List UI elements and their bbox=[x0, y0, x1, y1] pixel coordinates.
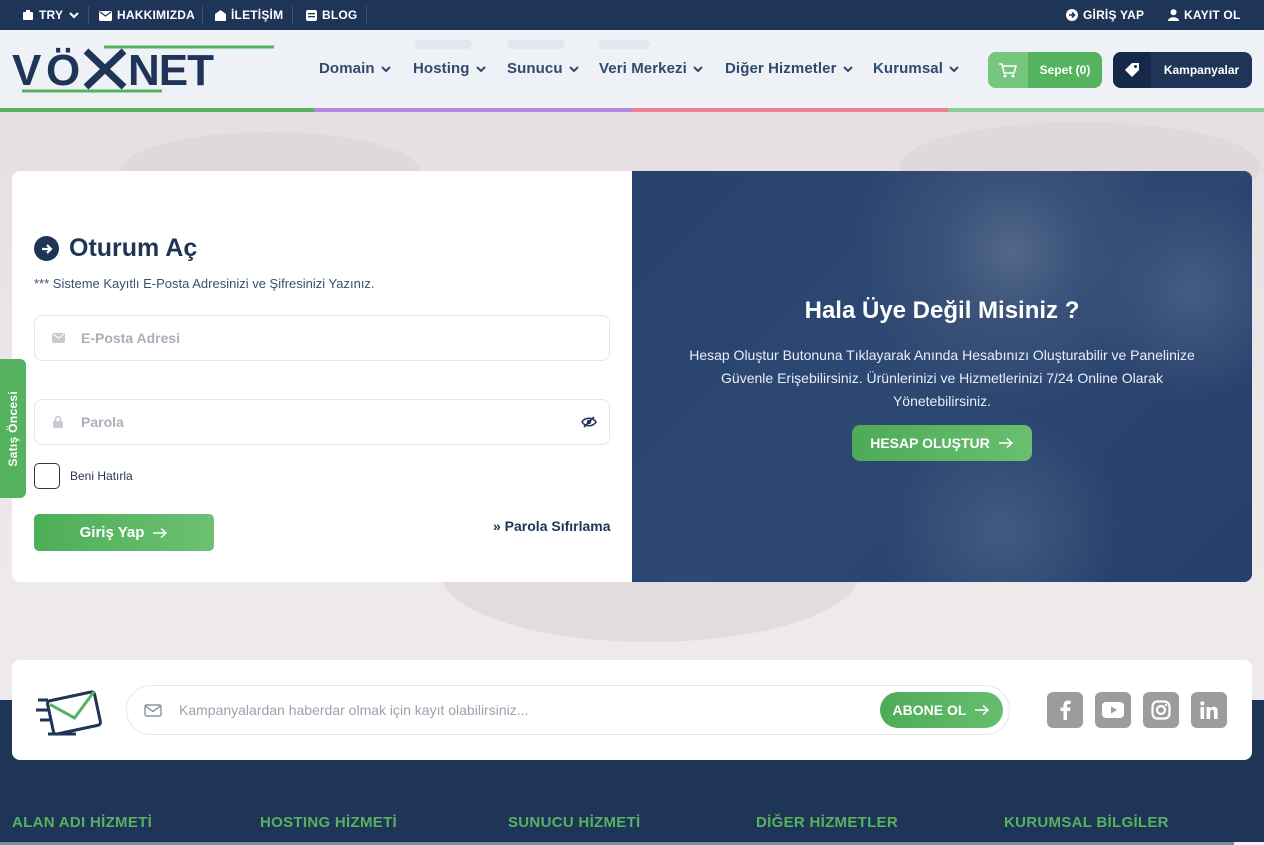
login-title: Oturum Aç bbox=[69, 234, 198, 262]
chevron-down-icon bbox=[69, 12, 79, 19]
envelope-icon bbox=[35, 333, 81, 343]
nav-label: Domain bbox=[319, 60, 375, 77]
instagram-icon[interactable] bbox=[1143, 692, 1179, 728]
divider bbox=[366, 6, 367, 24]
create-account-label: HESAP OLUŞTUR bbox=[870, 435, 990, 451]
campaigns-label: Kampanyalar bbox=[1163, 63, 1240, 77]
login-link[interactable]: GİRİŞ YAP bbox=[1066, 0, 1144, 30]
nav-badge bbox=[507, 40, 565, 49]
nav-label: Hosting bbox=[413, 60, 470, 77]
presales-side-tab[interactable]: Satış Öncesi bbox=[0, 359, 26, 498]
nav-sunucu[interactable]: Sunucu bbox=[507, 60, 580, 77]
arrow-right-icon bbox=[153, 527, 168, 538]
top-bar: TRY HAKKIMIZDA İLETİŞİM BLOG GİRİŞ YAP K… bbox=[0, 0, 1264, 30]
currency-icon bbox=[23, 10, 33, 20]
blog-icon bbox=[306, 9, 317, 21]
chevron-down-icon bbox=[475, 65, 486, 72]
divider bbox=[292, 6, 293, 24]
divider bbox=[88, 6, 89, 24]
nav-label: Sunucu bbox=[507, 60, 563, 77]
footer-heading-server: SUNUCU HİZMETİ bbox=[508, 814, 641, 831]
chevron-down-icon bbox=[380, 65, 391, 72]
newsletter-field[interactable] bbox=[126, 685, 1010, 735]
user-icon bbox=[1168, 9, 1179, 21]
create-account-button[interactable]: HESAP OLUŞTUR bbox=[852, 425, 1032, 461]
linkedin-icon[interactable] bbox=[1191, 692, 1227, 728]
blog-label: BLOG bbox=[322, 8, 358, 22]
nav-domain[interactable]: Domain bbox=[319, 60, 392, 77]
nav-diger-hizmetler[interactable]: Diğer Hizmetler bbox=[725, 60, 854, 77]
nav-hosting[interactable]: Hosting bbox=[413, 60, 487, 77]
contact-label: İLETİŞİM bbox=[231, 8, 284, 22]
password-field[interactable] bbox=[34, 399, 610, 445]
svg-text:NET: NET bbox=[128, 46, 214, 93]
login-subtitle: *** Sisteme Kayıtlı E-Posta Adresinizi v… bbox=[34, 276, 375, 291]
login-button[interactable]: Giriş Yap bbox=[34, 514, 214, 551]
voxnet-logo[interactable]: V Ö NET bbox=[12, 45, 274, 93]
nav-label: Kurumsal bbox=[873, 60, 943, 77]
nav-label: Diğer Hizmetler bbox=[725, 60, 837, 77]
password-input[interactable] bbox=[81, 414, 569, 430]
arrow-right-icon bbox=[975, 704, 990, 716]
youtube-icon[interactable] bbox=[1095, 692, 1131, 728]
currency-selector[interactable]: TRY bbox=[22, 0, 80, 30]
presales-label: Satış Öncesi bbox=[6, 390, 20, 467]
password-reset-link[interactable]: » Parola Sıfırlama bbox=[493, 518, 611, 534]
envelope-icon bbox=[215, 9, 226, 21]
footer-heading-domain: ALAN ADI HİZMETİ bbox=[12, 814, 153, 831]
chevron-down-icon bbox=[568, 65, 579, 72]
subscribe-label: ABONE OL bbox=[892, 702, 967, 718]
tag-icon bbox=[1113, 52, 1151, 88]
register-link[interactable]: KAYIT OL bbox=[1168, 0, 1241, 30]
footer-heading-hosting: HOSTING HİZMETİ bbox=[260, 814, 397, 831]
svg-text:Ö: Ö bbox=[46, 46, 80, 93]
nav-badge bbox=[414, 40, 472, 49]
footer-heading-other: DİĞER HİZMETLER bbox=[756, 814, 898, 831]
register-description: Hesap Oluştur Butonuna Tıklayarak Anında… bbox=[689, 347, 1195, 409]
chevron-down-icon bbox=[949, 65, 959, 72]
login-arrow-icon bbox=[1066, 9, 1078, 21]
svg-text:V: V bbox=[12, 46, 42, 93]
mail-send-icon bbox=[36, 690, 102, 736]
campaigns-button[interactable]: Kampanyalar bbox=[1113, 52, 1252, 88]
arrow-right-icon bbox=[998, 437, 1013, 449]
nav-badge bbox=[598, 40, 650, 49]
cart-icon bbox=[988, 52, 1028, 88]
about-label: HAKKIMIZDA bbox=[117, 8, 195, 22]
nav-veri-merkezi[interactable]: Veri Merkezi bbox=[599, 60, 704, 77]
login-heading: Oturum Aç bbox=[34, 234, 197, 263]
contact-link[interactable]: İLETİŞİM bbox=[215, 0, 283, 30]
blog-link[interactable]: BLOG bbox=[306, 0, 357, 30]
register-label: KAYIT OL bbox=[1184, 8, 1241, 22]
chevron-down-icon bbox=[842, 65, 853, 72]
login-label: GİRİŞ YAP bbox=[1083, 8, 1145, 22]
arrow-right-circle-icon bbox=[34, 236, 59, 261]
cart-label: Sepet (0) bbox=[1039, 63, 1091, 77]
nav-label: Veri Merkezi bbox=[599, 60, 687, 77]
cart-button[interactable]: Sepet (0) bbox=[988, 52, 1102, 88]
footer-heading-corporate: KURUMSAL BİLGİLER bbox=[1004, 814, 1169, 831]
email-field[interactable] bbox=[34, 315, 610, 361]
subscribe-button[interactable]: ABONE OL bbox=[880, 692, 1003, 728]
about-link[interactable]: HAKKIMIZDA bbox=[99, 0, 195, 30]
email-input[interactable] bbox=[81, 330, 609, 346]
remember-checkbox[interactable] bbox=[34, 463, 60, 489]
divider bbox=[202, 6, 203, 24]
facebook-icon[interactable] bbox=[1047, 692, 1083, 728]
remember-label[interactable]: Beni Hatırla bbox=[70, 469, 133, 483]
nav-kurumsal[interactable]: Kurumsal bbox=[873, 60, 960, 77]
register-title: Hala Üye Değil Misiniz ? bbox=[804, 297, 1080, 324]
login-button-label: Giriş Yap bbox=[79, 524, 145, 541]
lock-icon bbox=[35, 416, 81, 428]
main-header: V Ö NET Domain Hosting Sunucu Veri Merke… bbox=[0, 30, 1264, 112]
chevron-down-icon bbox=[693, 65, 703, 72]
currency-label: TRY bbox=[39, 8, 64, 22]
eye-slash-icon[interactable] bbox=[569, 416, 609, 428]
building-icon bbox=[99, 10, 112, 21]
envelope-icon bbox=[127, 703, 179, 717]
